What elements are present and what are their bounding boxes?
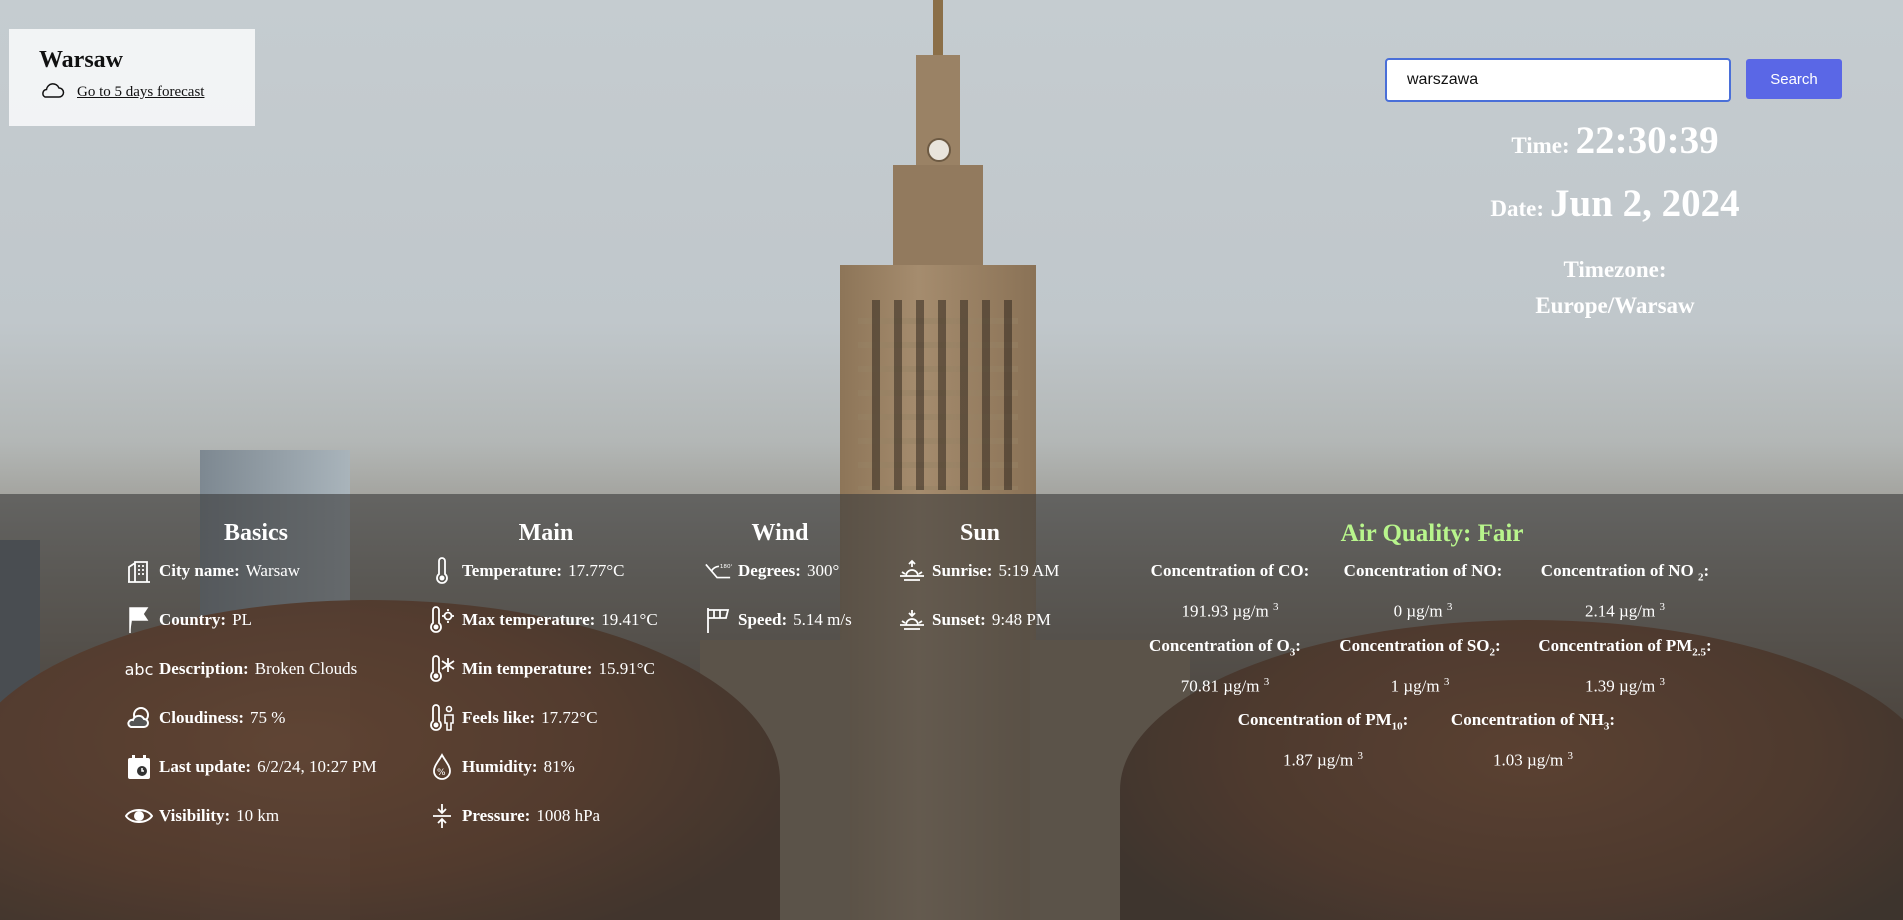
aq-no: Concentration of NO: 0 µg/m 3 (1343, 561, 1503, 622)
aq-no2: Concentration of NO 2: 2.14 µg/m 3 (1540, 561, 1710, 622)
main-pressure: Pressure: 1008 hPa (428, 802, 600, 830)
sun-title: Sun (959, 520, 1001, 546)
sun-sunset: Sunset: 9:48 PM (898, 606, 1051, 634)
aq-pm25: Concentration of PM2.5: 1.39 µg/m 3 (1538, 636, 1712, 697)
tower-spire (933, 0, 943, 60)
aq-o3: Concentration of O3: 70.81 µg/m 3 (1149, 636, 1301, 697)
thermometer-hot-icon (428, 606, 456, 634)
timezone-label: Timezone: (1563, 257, 1667, 282)
main-title: Main (518, 520, 574, 546)
tower-clock (927, 138, 951, 162)
city-icon (125, 557, 153, 585)
eye-icon (125, 802, 153, 830)
basics-visibility: Visibility: 10 km (125, 802, 279, 830)
basics-title: Basics (223, 520, 288, 546)
wind-degrees: 180° Degrees:300° (704, 557, 839, 585)
search-button[interactable]: Search (1746, 59, 1842, 99)
time-label: Time: (1511, 133, 1570, 158)
basics-country: Country: PL (125, 606, 252, 634)
aq-so2: Concentration of SO2: 1 µg/m 3 (1339, 636, 1501, 697)
wind-degree-icon: 180° (704, 557, 732, 585)
date-label: Date: (1490, 196, 1544, 221)
basics-cloudiness: Cloudiness: 75 % (125, 704, 285, 732)
city-title: Warsaw (39, 47, 123, 73)
wind-title: Wind (751, 520, 809, 546)
timezone-value: Europe/Warsaw (1535, 293, 1695, 318)
cloudiness-icon (125, 704, 153, 732)
main-min-temperature: Min temperature: 15.91°C (428, 655, 655, 683)
forecast-link[interactable]: Go to 5 days forecast (77, 84, 204, 101)
feels-like-icon (428, 704, 456, 732)
tower-middle (893, 165, 983, 275)
aq-nh3: Concentration of NH3: 1.03 µg/m 3 (1450, 710, 1616, 771)
aq-pm10: Concentration of PM10: 1.87 µg/m 3 (1237, 710, 1409, 771)
sunrise-icon (898, 557, 926, 585)
date-value: Jun 2, 2024 (1550, 182, 1740, 225)
svg-text:%: % (437, 768, 446, 778)
wind-speed: Speed: 5.14 m/s (704, 606, 852, 634)
time-panel: Time: 22:30:39 Date: Jun 2, 2024 Timezon… (1460, 118, 1770, 324)
windsock-icon (704, 606, 732, 634)
thermometer-icon (428, 557, 456, 585)
thermometer-cold-icon (428, 655, 456, 683)
basics-description: abc Description: Broken Clouds (124, 655, 358, 683)
aq-co: Concentration of CO: 191.93 µg/m 3 (1150, 561, 1310, 622)
cloud-icon (39, 80, 65, 105)
calendar-clock-icon (125, 753, 153, 781)
time-value: 22:30:39 (1575, 119, 1719, 162)
tower-windows (858, 300, 1018, 490)
air-quality-title: Air Quality: Fair (1340, 520, 1524, 547)
main-feels-like: Feels like: 17.72°C (428, 704, 598, 732)
main-humidity: % Humidity: 81% (428, 753, 575, 781)
basics-city-name: City name: Warsaw (125, 557, 300, 585)
flag-icon (125, 606, 153, 634)
city-card: Warsaw Go to 5 days forecast (9, 29, 255, 126)
sunset-icon (898, 606, 926, 634)
pressure-icon (428, 802, 456, 830)
humidity-icon: % (428, 753, 456, 781)
svg-text:180°: 180° (720, 564, 732, 570)
basics-last-update: Last update: 6/2/24, 10:27 PM (125, 753, 377, 781)
sun-sunrise: Sunrise: 5:19 AM (898, 557, 1059, 585)
city-search-input[interactable] (1385, 58, 1731, 102)
main-max-temperature: Max temperature: 19.41°C (428, 606, 658, 634)
main-temperature: Temperature: 17.77°C (428, 557, 624, 585)
text-abc-icon: abc (124, 659, 154, 679)
